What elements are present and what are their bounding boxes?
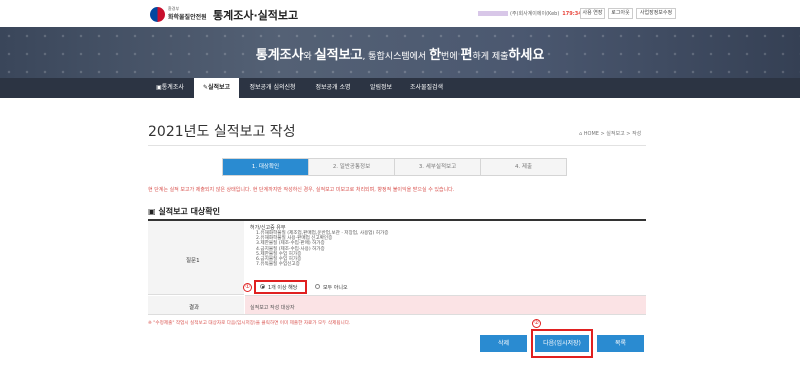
status-notice: 현 단계는 실적 보고가 제출되지 않은 상태입니다. 현 단계까지만 작성하신… — [148, 187, 455, 193]
banner-text-part: 통계조사 — [255, 48, 304, 63]
nav-item-performance-report[interactable]: ✎실적보고 — [194, 78, 239, 98]
government-logo-icon — [150, 7, 165, 22]
nav-item-label: 실적보고 — [207, 84, 231, 91]
result-value: 실적보고 작성 대상자 — [250, 305, 295, 311]
extend-session-button[interactable]: 사용 연장 — [580, 8, 605, 19]
nav-item-substance-search[interactable]: 조사물질검색 — [405, 78, 448, 98]
next-temp-save-button[interactable]: 다음(임시저장) — [535, 335, 589, 352]
user-company: (주)회사계이에이(Keb) — [510, 11, 560, 17]
step-submit: 4. 제출 — [481, 159, 566, 175]
banner-text-part: 한 — [429, 48, 442, 63]
delete-button[interactable]: 삭제 — [480, 335, 527, 352]
annotation-marker-1: ① — [243, 283, 252, 292]
nav-item-disclosure-review[interactable]: 정보공개 심의신청 — [245, 78, 300, 98]
redacted-user-name — [478, 11, 508, 16]
user-info: (주)회사계이에이(Keb) 179:34 — [478, 10, 582, 17]
hero-banner: 통계조사와 실적보고, 통합시스템에서 한번에 편하게 제출하세요 — [0, 27, 800, 78]
banner-text-part: 편 — [460, 48, 473, 63]
page-title: 2021년도 실적보고 작성 — [148, 124, 296, 140]
nav-item-disclosure-explanation[interactable]: 정보공개 소명 — [309, 78, 357, 98]
step-indicator: 1. 대상확인 2. 일반공통정보 3. 세부실적보고 4. 제출 — [222, 158, 567, 176]
list-button[interactable]: 목록 — [597, 335, 644, 352]
section-title: ▣ 실적보고 대상확인 — [148, 206, 220, 217]
annotation-marker-2: ② — [532, 319, 541, 328]
edit-site-info-button[interactable]: 사업장정보수정 — [636, 8, 676, 19]
logout-button[interactable]: 로그아웃 — [608, 8, 633, 19]
banner-text-part: 하게 제출 — [472, 52, 509, 62]
main-nav: ▣통계조사 ✎실적보고 정보공개 심의신청 정보공개 소명 알림정보 조사물질검… — [0, 78, 800, 98]
radio-no[interactable] — [315, 284, 320, 289]
breadcrumb-text: HOME > 실적보고 > 작성 — [583, 131, 642, 137]
question-list: 1.유해화학물질 (제조업,판매업,운반업,보관 · 저장업, 사용업) 허가증… — [256, 231, 388, 267]
square-bullet-icon: ▣ — [148, 207, 159, 216]
step-detailed-report: 3. 세부실적보고 — [395, 159, 481, 175]
radio-yes[interactable] — [260, 284, 265, 289]
option-yes-label[interactable]: 1개 이상 해당 — [268, 284, 297, 291]
option-no-label[interactable]: 모두 아니오 — [323, 284, 348, 291]
banner-text-part: , 통합시스템에서 — [362, 52, 430, 62]
site-title[interactable]: 통계조사·실적보고 — [213, 7, 298, 23]
banner-text-part: 와 — [303, 52, 315, 62]
step-confirm-target: 1. 대상확인 — [223, 159, 309, 175]
divider — [148, 145, 646, 146]
divider — [148, 314, 646, 315]
result-label: 결과 — [189, 305, 200, 311]
result-value-cell — [245, 296, 646, 314]
nav-item-notifications[interactable]: 알림정보 — [365, 78, 397, 98]
banner-slogan: 통계조사와 실적보고, 통합시스템에서 한번에 편하게 제출하세요 — [0, 44, 800, 63]
question-title: 허가/신고증 유무 — [250, 225, 286, 231]
top-bar: 환경부 화학물질안전원 통계조사·실적보고 (주)회사계이에이(Keb) 179:… — [0, 0, 800, 27]
nav-item-label: 통계조사 — [161, 84, 184, 91]
banner-text-part: 실적보고 — [314, 48, 363, 63]
list-item: 7.유독물질 수입신고증 — [256, 262, 300, 268]
section-title-text: 실적보고 대상확인 — [158, 207, 221, 216]
nav-item-statistics[interactable]: ▣통계조사 — [150, 78, 190, 98]
step-general-info: 2. 일반공통정보 — [309, 159, 395, 175]
footnote: ※ "수정제출" 작업시 실적보고 대상자로 다음(임시저장)을 클릭하면 이미… — [148, 321, 351, 326]
banner-text-part: 번에 — [441, 52, 461, 62]
session-timer: 179:34 — [562, 11, 582, 17]
breadcrumb: ⌂ HOME > 실적보고 > 작성 — [579, 130, 641, 137]
banner-text-part: 하세요 — [508, 48, 545, 63]
agency-name: 화학물질안전원 — [168, 14, 207, 21]
question-label: 질문1 — [186, 258, 200, 264]
